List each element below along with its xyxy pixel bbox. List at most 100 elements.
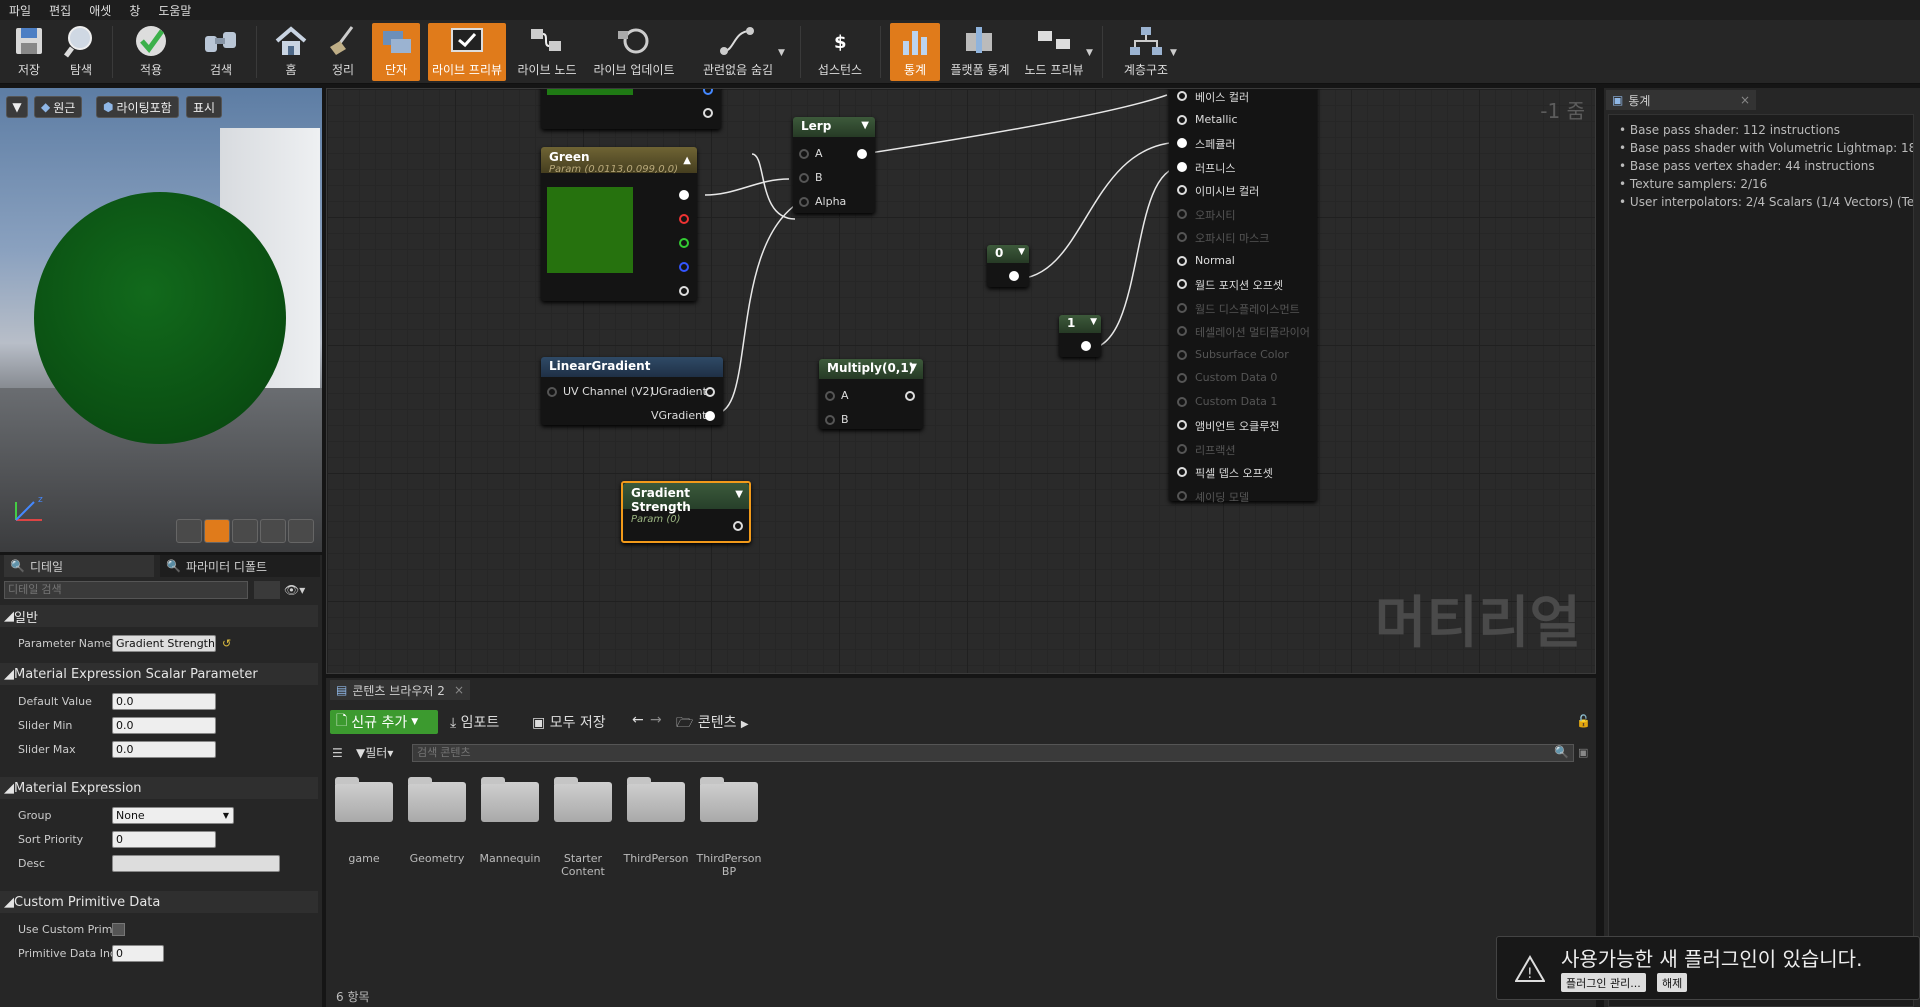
hierarchy-dropdown-icon[interactable]: ▼ (1170, 48, 1177, 58)
material-input-pin[interactable] (1177, 373, 1187, 383)
output-pin-rgb[interactable] (679, 190, 689, 200)
lock-icon[interactable]: 🔓 (1576, 714, 1591, 728)
lit-button[interactable]: ⬢ 라이팅포함 (96, 96, 179, 118)
node-constant-1[interactable]: 1 ▼ (1059, 315, 1101, 357)
menu-window[interactable]: 창 (120, 2, 149, 19)
vgradient-pin[interactable] (705, 411, 715, 421)
material-input-pin[interactable] (1177, 161, 1187, 172)
hierarchy-button[interactable]: 계층구조 (1116, 23, 1176, 81)
save-search-icon[interactable]: ▣ (1578, 746, 1588, 759)
hide-unrelated-button[interactable]: 관련없음 숨김 (688, 23, 788, 81)
multiply-output-pin[interactable] (905, 391, 915, 401)
material-input-pin[interactable] (1177, 114, 1187, 125)
folder-item[interactable]: Geometry (407, 777, 467, 865)
preview-plane-button[interactable] (232, 519, 258, 543)
collapse-arrow-icon[interactable]: ▼ (735, 489, 743, 500)
viewport-options-button[interactable]: ▼ (6, 96, 28, 118)
material-input-pin[interactable] (1177, 185, 1187, 195)
material-input-pin[interactable] (1177, 138, 1187, 148)
material-input-pin[interactable] (1177, 420, 1187, 430)
add-new-button[interactable]: 🗋 신규 추가 ▼ (330, 710, 438, 734)
material-input-pin[interactable] (1177, 208, 1187, 219)
material-input-pin[interactable] (1177, 490, 1187, 501)
close-icon[interactable]: × (454, 683, 464, 697)
hide-unrelated-dropdown-icon[interactable]: ▼ (778, 48, 785, 58)
section-scalar-parameter[interactable]: ◢ Material Expression Scalar Parameter (0, 663, 318, 685)
material-input-pin[interactable] (1177, 467, 1187, 477)
collapse-arrow-icon[interactable]: ▼ (1018, 247, 1025, 257)
material-input-pin[interactable] (1177, 302, 1187, 313)
show-button[interactable]: 표시 (186, 96, 223, 118)
preview-custom-mesh-button[interactable] (288, 519, 314, 543)
collapse-arrow-icon[interactable]: ▲ (683, 155, 691, 166)
default-value-field[interactable]: 0.0 (112, 692, 216, 710)
node-material-result[interactable]: 베이스 컬러 Metallic 스페큘러 러프니스 이미시브 컬러 오파시티 오파시티 마스… (1169, 89, 1317, 504)
preview-cube-button[interactable] (260, 519, 286, 543)
live-nodes-button[interactable]: 라이브 노드 (514, 23, 580, 81)
content-search-input[interactable] (412, 744, 1574, 762)
preview-viewport[interactable]: ▼ ◆ 원근 ⬢ 라이팅포함 표시 z (0, 88, 322, 552)
node-constant-0[interactable]: 0 ▼ (987, 245, 1029, 287)
menu-edit[interactable]: 편집 (40, 2, 80, 19)
material-input-pin[interactable] (1177, 91, 1187, 101)
preview-cylinder-button[interactable] (176, 519, 202, 543)
live-update-button[interactable]: 라이브 업데이트 (590, 23, 678, 81)
section-custom-primitive-data[interactable]: ◢ Custom Primitive Data (0, 891, 318, 913)
connector-button[interactable]: 단자 (372, 23, 420, 81)
material-input-pin[interactable] (1177, 349, 1187, 360)
sources-toggle-icon[interactable]: ☰ (332, 746, 343, 760)
output-pin-g[interactable] (679, 238, 689, 248)
details-search-input[interactable] (4, 581, 248, 599)
tab-details[interactable]: 🔍 디테일 (4, 555, 154, 577)
preview-sphere-button[interactable] (204, 519, 230, 543)
node-preview-dropdown-icon[interactable]: ▼ (1086, 48, 1093, 58)
forward-arrow-icon[interactable]: → (650, 712, 662, 728)
primitive-data-index-field[interactable]: 0 (112, 944, 164, 962)
node-green-param[interactable]: Green Param (0.0113,0.099,0,0) ▲ (541, 147, 697, 301)
use-custom-prim-checkbox[interactable] (112, 922, 125, 936)
node-linear-gradient[interactable]: LinearGradient UV Channel (V2) UGradient… (541, 357, 723, 425)
menu-asset[interactable]: 애셋 (80, 2, 120, 19)
folder-item[interactable]: ThirdPerson BP (696, 777, 762, 878)
group-dropdown[interactable]: None ▼ (112, 806, 234, 824)
node-preview-button[interactable]: 노드 프리뷰 (1020, 23, 1088, 81)
perspective-button[interactable]: ◆ 원근 (34, 96, 83, 118)
home-button[interactable]: 홈 (266, 23, 316, 81)
slider-min-field[interactable]: 0.0 (112, 716, 216, 734)
eye-icon[interactable]: 👁▾ (284, 583, 305, 597)
slider-max-field[interactable]: 0.0 (112, 740, 216, 758)
output-pin-b[interactable] (679, 262, 689, 272)
sort-priority-field[interactable]: 0 (112, 830, 216, 848)
node-multiply[interactable]: Multiply(0,1) ▼ A B (819, 359, 923, 429)
node-lerp[interactable]: Lerp ▼ A B Alpha (793, 117, 875, 213)
desc-field[interactable] (112, 854, 280, 872)
node-gradient-strength[interactable]: Gradient Strength Param (0) ▼ (621, 481, 751, 543)
dismiss-button[interactable]: 해제 (1657, 973, 1688, 992)
browse-button[interactable]: 탐색 (56, 23, 106, 81)
filter-button[interactable]: ▼필터▾ (356, 744, 393, 761)
material-input-pin[interactable] (1177, 255, 1187, 266)
menu-file[interactable]: 파일 (0, 2, 40, 19)
stats-button[interactable]: 통계 (890, 23, 940, 81)
output-pin-r[interactable] (679, 214, 689, 224)
section-general[interactable]: ◢ 일반 (0, 605, 318, 627)
grid-view-icon[interactable] (254, 581, 280, 599)
tab-stats[interactable]: ▣ 통계 × (1606, 90, 1756, 110)
lerp-output-pin[interactable] (857, 149, 867, 159)
import-button[interactable]: ⤓ 임포트 (450, 712, 499, 732)
search-button[interactable]: 검색 (196, 23, 246, 81)
menu-help[interactable]: 도움말 (149, 2, 200, 19)
reset-arrow-icon[interactable]: ↺ (222, 637, 231, 650)
apply-button[interactable]: 적용 (126, 23, 176, 81)
folder-item[interactable]: game (334, 777, 394, 865)
platform-stats-button[interactable]: 플랫폼 통계 (948, 23, 1012, 81)
folder-item[interactable]: ThirdPerson (623, 777, 689, 865)
ugradient-pin[interactable] (705, 387, 715, 397)
tab-parameter-defaults[interactable]: 🔍 파라미터 디폴트 (160, 555, 320, 577)
material-input-pin[interactable] (1177, 326, 1187, 336)
collapse-arrow-icon[interactable]: ▼ (1090, 317, 1097, 327)
folder-item[interactable]: Mannequin (480, 777, 540, 865)
material-input-pin[interactable] (1177, 232, 1187, 242)
collapse-arrow-icon[interactable]: ▼ (909, 362, 917, 373)
folder-item[interactable]: Starter Content (553, 777, 613, 878)
